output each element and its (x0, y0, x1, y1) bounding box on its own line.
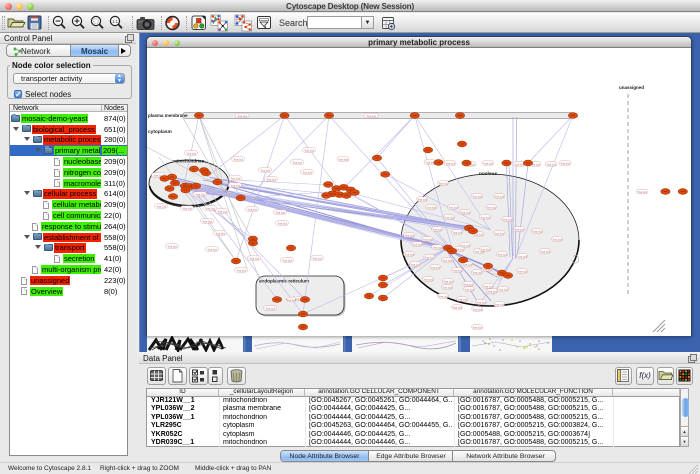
svg-text:Yxx (x): Yxx (x) (483, 284, 493, 288)
svg-text:cytoplasm: cytoplasm (148, 129, 172, 135)
svg-text:Yxx (x): Yxx (x) (233, 157, 243, 161)
svg-text:Yxx (x): Yxx (x) (438, 294, 448, 298)
svg-text:Yxx (x): Yxx (x) (277, 221, 287, 225)
svg-text:1:1: 1:1 (112, 19, 118, 24)
svg-text:Yxx (x): Yxx (x) (494, 194, 504, 198)
svg-text:Yxx (x): Yxx (x) (514, 227, 524, 231)
svg-text:Yxx (x): Yxx (x) (417, 197, 427, 201)
svg-text:Yxx (x): Yxx (x) (517, 269, 527, 273)
svg-text:Yxx (x): Yxx (x) (304, 148, 314, 152)
svg-text:Yxx (x): Yxx (x) (497, 252, 507, 256)
svg-text:Yxx (x): Yxx (x) (514, 162, 524, 166)
svg-text:Yxx (x): Yxx (x) (442, 285, 452, 289)
svg-text:Yxx (x): Yxx (x) (425, 160, 435, 164)
svg-text:unassigned: unassigned (619, 85, 644, 90)
svg-text:Yxx (x): Yxx (x) (546, 162, 556, 166)
svg-text:Yxx (x): Yxx (x) (202, 219, 212, 223)
svg-text:Yxx (x): Yxx (x) (438, 181, 448, 185)
svg-text:Yxx (x): Yxx (x) (249, 256, 259, 260)
svg-text:Yxx (x): Yxx (x) (410, 262, 420, 266)
svg-text:Yxx (x): Yxx (x) (230, 183, 240, 187)
svg-text:Yxx (x): Yxx (x) (540, 249, 550, 253)
svg-text:Yxx (x): Yxx (x) (552, 237, 562, 241)
svg-text:Yxx (x): Yxx (x) (426, 205, 436, 209)
svg-text:Yxx (x): Yxx (x) (182, 206, 192, 210)
svg-text:Yxx (x): Yxx (x) (480, 215, 490, 219)
svg-text:Yxx (x): Yxx (x) (156, 204, 166, 208)
svg-text:endoplasmic reticulum: endoplasmic reticulum (259, 279, 309, 284)
svg-text:Yxx (x): Yxx (x) (445, 161, 455, 165)
svg-text:Yxx (x): Yxx (x) (502, 217, 512, 221)
svg-text:Yxx (x): Yxx (x) (480, 247, 490, 251)
svg-text:Yxx (x): Yxx (x) (236, 268, 246, 272)
svg-text:Yxx (x): Yxx (x) (560, 161, 570, 165)
svg-text:Yxx (x): Yxx (x) (472, 325, 482, 329)
svg-text:Yxx (x): Yxx (x) (186, 151, 196, 155)
svg-text:Yxx (x): Yxx (x) (457, 297, 467, 301)
svg-text:plasma membrane: plasma membrane (148, 113, 188, 118)
svg-text:Yxx (x): Yxx (x) (476, 300, 486, 304)
svg-text:Yxx (x): Yxx (x) (487, 289, 497, 293)
svg-text:Yxx (x): Yxx (x) (424, 255, 434, 259)
svg-text:Yxx (x): Yxx (x) (260, 168, 270, 172)
svg-text:Yxx (x): Yxx (x) (494, 231, 504, 235)
svg-text:Yxx (x): Yxx (x) (517, 254, 527, 258)
svg-text:Yxx (x): Yxx (x) (404, 233, 414, 237)
svg-text:Yxx (x): Yxx (x) (292, 160, 302, 164)
svg-text:Yxx (x): Yxx (x) (432, 245, 442, 249)
svg-text:Yxx (x): Yxx (x) (247, 207, 257, 211)
svg-text:Yxx (x): Yxx (x) (167, 244, 177, 248)
svg-text:Yxx (x): Yxx (x) (472, 307, 482, 311)
svg-text:Yxx (x): Yxx (x) (265, 306, 275, 310)
svg-text:Yxx (x): Yxx (x) (532, 229, 542, 233)
svg-text:Yxx (x): Yxx (x) (472, 194, 482, 198)
svg-text:Yxx (x): Yxx (x) (498, 287, 508, 291)
svg-text:Yxx (x): Yxx (x) (215, 231, 225, 235)
svg-text:Yxx (x): Yxx (x) (463, 282, 473, 286)
svg-text:Yxx (x): Yxx (x) (230, 176, 240, 180)
svg-text:Yxx (x): Yxx (x) (452, 230, 462, 234)
svg-text:Yxx (x): Yxx (x) (217, 209, 227, 213)
svg-text:Yxx (x): Yxx (x) (448, 205, 458, 209)
svg-text:Yxx (x): Yxx (x) (444, 215, 454, 219)
svg-text:Yxx (x): Yxx (x) (452, 305, 462, 309)
svg-text:Yxx (x): Yxx (x) (452, 268, 462, 272)
svg-text:Yxx (x): Yxx (x) (205, 206, 215, 210)
svg-text:Yxx (x): Yxx (x) (412, 242, 422, 246)
svg-text:Yxx (x): Yxx (x) (338, 157, 348, 161)
svg-text:Yxx (x): Yxx (x) (432, 227, 442, 231)
svg-text:Yxx (x): Yxx (x) (494, 302, 504, 306)
svg-text:Yxx (x): Yxx (x) (302, 170, 312, 174)
svg-text:Yxx (x): Yxx (x) (472, 270, 482, 274)
svg-text:Yxx (x): Yxx (x) (282, 258, 292, 262)
svg-text:Yxx (x): Yxx (x) (266, 177, 276, 181)
svg-text:Yxx (x): Yxx (x) (286, 298, 296, 302)
svg-text:nucleus: nucleus (479, 171, 497, 177)
svg-text:Yxx (x): Yxx (x) (442, 258, 452, 262)
svg-text:Yxx (x): Yxx (x) (443, 279, 453, 283)
svg-text:Yxx (x): Yxx (x) (483, 161, 493, 165)
svg-text:Yxx (x): Yxx (x) (460, 210, 470, 214)
svg-text:Yxx (x): Yxx (x) (237, 114, 247, 118)
svg-text:Yxx (x): Yxx (x) (422, 237, 432, 241)
svg-text:Yxx (x): Yxx (x) (464, 287, 474, 291)
svg-text:Yxx (x): Yxx (x) (366, 114, 376, 118)
svg-text:Yxx (x): Yxx (x) (207, 247, 217, 251)
svg-text:Yxx (x): Yxx (x) (275, 210, 285, 214)
svg-text:Yxx (x): Yxx (x) (312, 256, 322, 260)
svg-text:Yxx (x): Yxx (x) (460, 243, 470, 247)
svg-text:Yxx (x): Yxx (x) (423, 277, 433, 281)
svg-text:Yxx (x): Yxx (x) (486, 205, 496, 209)
svg-text:Yxx (x): Yxx (x) (195, 192, 205, 196)
svg-text:Yxx (x): Yxx (x) (637, 190, 647, 194)
svg-text:Yxx (x): Yxx (x) (404, 252, 414, 256)
svg-text:Yxx (x): Yxx (x) (430, 265, 440, 269)
